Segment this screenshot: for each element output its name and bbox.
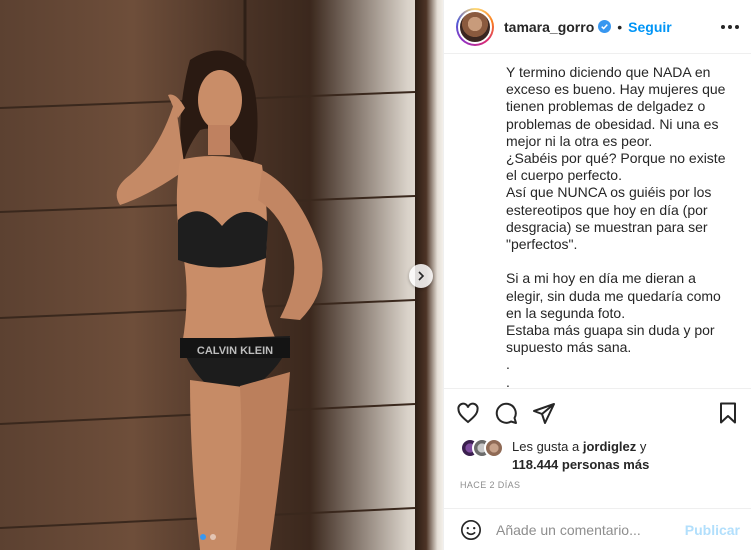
comment-icon[interactable] bbox=[494, 401, 518, 425]
post-actions-bar bbox=[444, 388, 751, 436]
comment-bar: Publicar bbox=[444, 508, 751, 550]
author-avatar[interactable] bbox=[456, 7, 494, 46]
smiley-icon[interactable] bbox=[460, 519, 482, 541]
more-options-icon[interactable] bbox=[721, 24, 739, 29]
verified-badge-icon bbox=[598, 20, 612, 33]
publish-button[interactable]: Publicar bbox=[685, 522, 740, 538]
separator-dot: • bbox=[617, 18, 623, 35]
author-username[interactable]: tamara_gorro bbox=[504, 19, 594, 35]
brand-waistband-text: CALVIN KLEIN bbox=[197, 345, 273, 357]
share-icon[interactable] bbox=[532, 401, 556, 425]
post-header: tamara_gorro • Seguir bbox=[444, 0, 751, 54]
likes-text: Les gusta a jordiglez y 118.444 personas… bbox=[512, 438, 649, 474]
chevron-right-icon bbox=[418, 271, 425, 281]
bookmark-icon[interactable] bbox=[716, 401, 740, 425]
post-photo[interactable]: CALVIN KLEIN bbox=[0, 0, 443, 550]
post-side-panel: tamara_gorro • Seguir Y termino diciendo… bbox=[443, 0, 751, 550]
liker-username[interactable]: jordiglez bbox=[583, 439, 636, 454]
comment-input[interactable] bbox=[496, 521, 685, 538]
likes-summary[interactable]: Les gusta a jordiglez y 118.444 personas… bbox=[460, 438, 740, 474]
post-caption: Y termino diciendo que NADA en exceso es… bbox=[506, 64, 726, 388]
likes-prefix: Les gusta a bbox=[512, 439, 583, 454]
carousel-indicator bbox=[200, 534, 216, 540]
post-timestamp[interactable]: HACE 2 DÍAS bbox=[460, 480, 520, 490]
follow-button[interactable]: Seguir bbox=[628, 19, 672, 35]
avatar bbox=[484, 438, 504, 458]
carousel-dot bbox=[200, 534, 206, 540]
likes-connector: y bbox=[636, 439, 647, 454]
carousel-next-button[interactable] bbox=[409, 264, 433, 288]
carousel-dot bbox=[210, 534, 216, 540]
likes-count[interactable]: 118.444 personas más bbox=[512, 457, 649, 472]
woman-figure: CALVIN KLEIN bbox=[116, 50, 323, 550]
liker-avatars bbox=[460, 438, 504, 460]
heart-icon[interactable] bbox=[456, 401, 480, 425]
